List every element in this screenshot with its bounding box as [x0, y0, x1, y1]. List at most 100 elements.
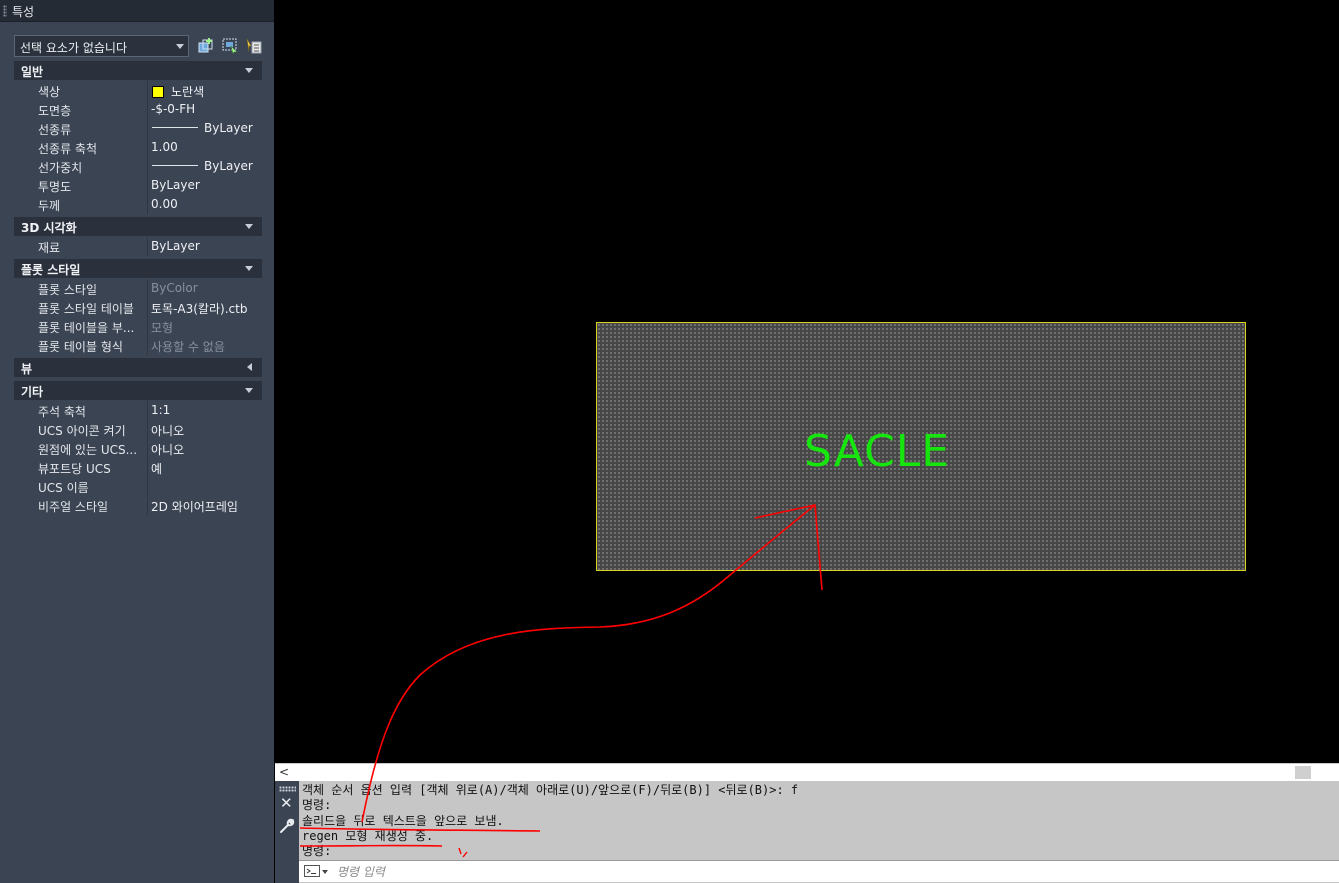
prop-row-plot-style: 플롯 스타일 ByColor: [14, 279, 262, 298]
chevron-down-icon: [176, 44, 184, 49]
close-icon[interactable]: ✕: [280, 794, 293, 812]
chevron-down-icon[interactable]: [322, 870, 328, 874]
prop-row-layer[interactable]: 도면층 -$-0-FH: [14, 100, 262, 119]
selection-dropdown[interactable]: 선택 요소가 없습니다: [14, 35, 189, 57]
prop-row-ucs-per-viewport[interactable]: 뷰포트당 UCS 예: [14, 458, 262, 477]
prop-row-ucs-icon-on[interactable]: UCS 아이콘 켜기 아니오: [14, 420, 262, 439]
palette-title: 특성: [12, 5, 35, 19]
section-label: 기타: [21, 385, 44, 399]
scroll-left-arrow[interactable]: <: [279, 765, 289, 779]
prop-value[interactable]: 아니오: [148, 420, 262, 439]
command-line-window: ✕ 객체 순서 옵션 입력 [객체 위로(A)/객체 아래로(U)/앞으로(F)…: [275, 781, 1339, 883]
prop-row-linetype-scale[interactable]: 선종류 축척 1.00: [14, 138, 262, 157]
prop-row-annotation-scale[interactable]: 주석 축척 1:1: [14, 401, 262, 420]
prop-name: 플롯 테이블 형식: [34, 336, 148, 355]
history-line: 명령:: [302, 844, 332, 859]
prop-name: 뷰포트당 UCS: [34, 458, 148, 477]
prop-row-thickness[interactable]: 두께 0.00: [14, 195, 262, 214]
prop-value[interactable]: 예: [148, 458, 262, 477]
prop-value: ByColor: [148, 279, 262, 298]
prop-row-linetype[interactable]: 선종류 ByLayer: [14, 119, 262, 138]
prop-name: 비주얼 스타일: [34, 496, 148, 515]
section-label: 3D 시각화: [21, 221, 77, 235]
prop-name: 주석 축척: [34, 401, 148, 420]
prop-name: 선종류: [34, 119, 148, 138]
prop-name: 원점에 있는 UCS...: [34, 439, 148, 458]
prop-name: 플롯 스타일: [34, 279, 148, 298]
prop-name: 두께: [34, 195, 148, 214]
horizontal-scrollbar[interactable]: <: [275, 763, 1339, 781]
palette-grip-handle[interactable]: [3, 5, 7, 17]
prop-value[interactable]: ByLayer: [148, 176, 262, 195]
prop-name: 도면층: [34, 100, 148, 119]
pickadd-icon[interactable]: [197, 37, 215, 55]
color-swatch: [152, 86, 164, 98]
grip-handle-icon[interactable]: [279, 786, 296, 792]
command-line-sidebar: ✕: [275, 781, 299, 883]
select-objects-icon[interactable]: [221, 37, 239, 55]
wrench-icon[interactable]: [279, 818, 295, 834]
command-prompt-icon[interactable]: [304, 865, 320, 877]
section-label: 일반: [21, 65, 44, 79]
history-line: 객체 순서 옵션 입력 [객체 위로(A)/객체 아래로(U)/앞으로(F)/뒤…: [302, 783, 799, 797]
prop-name: 플롯 테이블을 부...: [34, 317, 148, 336]
prop-value[interactable]: [148, 477, 262, 496]
drawing-text-object[interactable]: SACLE: [804, 426, 950, 477]
scrollbar-thumb[interactable]: [1295, 766, 1311, 779]
command-history: 객체 순서 옵션 입력 [객체 위로(A)/객체 아래로(U)/앞으로(F)/뒤…: [302, 783, 1332, 859]
prop-value[interactable]: ByLayer: [148, 237, 262, 256]
prop-row-ucs-at-origin[interactable]: 원점에 있는 UCS... 아니오: [14, 439, 262, 458]
drawing-canvas[interactable]: SACLE: [275, 0, 1339, 762]
prop-value[interactable]: 노란색: [148, 81, 262, 100]
prop-row-ucs-name[interactable]: UCS 이름: [14, 477, 262, 496]
section-misc[interactable]: 기타: [14, 381, 262, 400]
prop-value: 모형: [148, 317, 262, 336]
section-general[interactable]: 일반: [14, 61, 262, 80]
prop-row-material[interactable]: 재료 ByLayer: [14, 237, 262, 256]
expand-arrow-icon: [247, 363, 252, 371]
prop-name: 선가중치: [34, 157, 148, 176]
prop-value-text: ByLayer: [204, 121, 253, 135]
prop-row-plot-table-type: 플롯 테이블 형식 사용할 수 없음: [14, 336, 262, 355]
prop-row-plot-table-attached: 플롯 테이블을 부... 모형: [14, 317, 262, 336]
prop-value[interactable]: 0.00: [148, 195, 262, 214]
prop-value[interactable]: 2D 와이어프레임: [148, 496, 262, 515]
section-view[interactable]: 뷰: [14, 358, 262, 377]
prop-name: 재료: [34, 237, 148, 256]
prop-value[interactable]: ByLayer: [148, 157, 262, 176]
section-label: 뷰: [21, 362, 33, 376]
section-3d-visualization[interactable]: 3D 시각화: [14, 217, 262, 236]
collapse-arrow-icon: [245, 68, 253, 73]
selection-dropdown-value: 선택 요소가 없습니다: [20, 41, 127, 55]
prop-value[interactable]: 1:1: [148, 401, 262, 420]
prop-value[interactable]: 토목-A3(칼라).ctb: [148, 298, 262, 317]
prop-name: 투명도: [34, 176, 148, 195]
prop-name: 선종류 축척: [34, 138, 148, 157]
prop-value[interactable]: 1.00: [148, 138, 262, 157]
prop-value[interactable]: ByLayer: [148, 119, 262, 138]
prop-value[interactable]: 아니오: [148, 439, 262, 458]
quick-select-icon[interactable]: [245, 37, 263, 55]
palette-title-bar[interactable]: 특성: [0, 0, 274, 22]
prop-name: UCS 이름: [34, 477, 148, 496]
linetype-preview: [152, 127, 198, 128]
history-line: 솔리드을 뒤로 텍스트을 앞으로 보냄.: [302, 813, 504, 828]
prop-value-text: ByLayer: [204, 159, 253, 173]
prop-value-text: 노란색: [171, 85, 205, 99]
prop-name: 색상: [34, 81, 148, 100]
prop-value[interactable]: -$-0-FH: [148, 100, 262, 119]
command-input-bar[interactable]: [299, 860, 1339, 882]
prop-row-transparency[interactable]: 투명도 ByLayer: [14, 176, 262, 195]
command-input-field[interactable]: [337, 864, 1317, 880]
section-plot-style[interactable]: 플롯 스타일: [14, 259, 262, 278]
prop-name: UCS 아이콘 켜기: [34, 420, 148, 439]
prop-row-plot-style-table[interactable]: 플롯 스타일 테이블 토목-A3(칼라).ctb: [14, 298, 262, 317]
history-line: 명령:: [302, 798, 332, 813]
prop-row-visual-style[interactable]: 비주얼 스타일 2D 와이어프레임: [14, 496, 262, 515]
collapse-arrow-icon: [245, 388, 253, 393]
properties-palette: 특성 선택 요소가 없습니다 일반 색상 노란색 도면층 -$-0-FH 선종류…: [0, 0, 274, 883]
history-line: regen 모형 재생성 중.: [302, 828, 434, 843]
collapse-arrow-icon: [245, 224, 253, 229]
prop-row-lineweight[interactable]: 선가중치 ByLayer: [14, 157, 262, 176]
prop-row-color[interactable]: 색상 노란색: [14, 81, 262, 100]
